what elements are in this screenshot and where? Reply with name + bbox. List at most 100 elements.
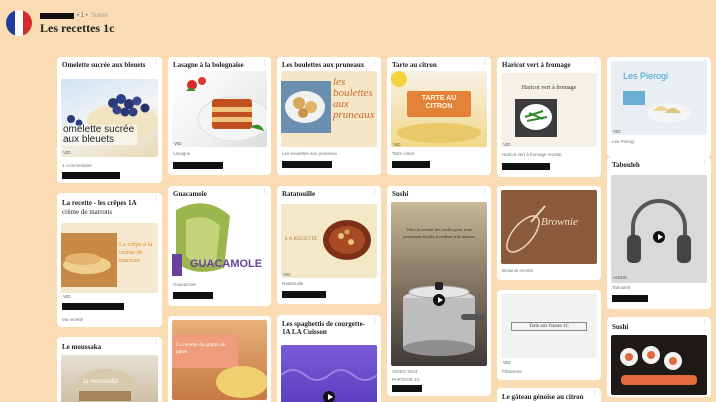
card-riz[interactable]: ⋮ Tarte aux fraises 1C VID Pâtisserie bbox=[497, 290, 601, 380]
card-tabouleh[interactable]: Tabouleh ⋮ AUDIO Tabouleh bbox=[607, 157, 711, 309]
video-play-icon[interactable] bbox=[323, 391, 335, 402]
redacted-author bbox=[62, 172, 120, 179]
more-menu-icon[interactable]: ⋮ bbox=[153, 60, 159, 66]
card-thumbnail: les boulettes aux pruneaux bbox=[281, 71, 377, 147]
card-meta: Lasagne bbox=[173, 151, 191, 156]
thumbnail-overlay-text: GUACAMOLE bbox=[190, 258, 263, 270]
thumbnail-overlay-text: omelette sucrée aux bleuets bbox=[63, 125, 137, 145]
sushi-image bbox=[620, 346, 697, 385]
card-lasagne[interactable]: Lasagne à la bolognaise ⋮ VID Lasagne bbox=[168, 57, 271, 175]
card-brownie[interactable]: ⋮ Brownie VID Brownie recette bbox=[497, 186, 601, 280]
card-title: Sushi bbox=[392, 190, 409, 198]
card-meta: 1 commentaire bbox=[62, 163, 92, 168]
redacted-author bbox=[173, 162, 223, 169]
redacted-author bbox=[392, 161, 430, 168]
card-thumbnail: la moussaka bbox=[61, 355, 158, 402]
card-thumbnail: Les Pierogi bbox=[611, 61, 707, 135]
french-flag-avatar[interactable] bbox=[6, 10, 32, 36]
card-sushi-2[interactable]: Sushi ⋮ bbox=[607, 317, 711, 397]
card-meta: Ratatouille bbox=[282, 281, 304, 286]
card-pasta[interactable]: ⋮ La recette du gratin de pâtes bbox=[168, 316, 271, 402]
video-badge: VID bbox=[63, 150, 71, 155]
card-meta: Tarte citron bbox=[392, 151, 415, 156]
thumbnail-overlay-text: TARTE AU CITRON bbox=[421, 95, 457, 110]
video-play-icon[interactable] bbox=[433, 294, 445, 306]
audio-play-icon[interactable] bbox=[653, 231, 665, 243]
card-meta: Les Pierogi bbox=[612, 139, 635, 144]
card-mousaka[interactable]: Le moussaka ⋮ la moussaka bbox=[57, 337, 162, 402]
card-thumbnail: Brownie bbox=[501, 190, 597, 264]
board-header: • 1 • Suivre Les recettes 1c bbox=[0, 0, 716, 44]
more-menu-icon[interactable]: ⋮ bbox=[372, 189, 378, 195]
card-meta: Haricot vert à fromage recette bbox=[502, 152, 562, 157]
card-thumbnail: GUACAMOLE bbox=[172, 200, 267, 278]
redacted-author bbox=[282, 161, 332, 168]
card-boulettes[interactable]: Les boulettes aux pruneaux ⋮ les boulett… bbox=[277, 57, 381, 175]
more-menu-icon[interactable]: ⋮ bbox=[592, 391, 598, 397]
card-title: Guacamole bbox=[173, 190, 207, 198]
thumbnail-overlay-text: Brownie bbox=[541, 216, 578, 228]
author-line: • 1 • Suivre bbox=[40, 13, 108, 19]
card-pierogi[interactable]: ⋮ Les Pierogi VID Les Pierogi bbox=[607, 57, 711, 157]
card-title: Sushi bbox=[612, 323, 629, 331]
card-meta: Guacamole bbox=[173, 282, 197, 287]
thumbnail-overlay-text: la moussaka bbox=[83, 377, 118, 385]
more-menu-icon[interactable]: ⋮ bbox=[702, 160, 708, 166]
card-thumbnail: omelette sucrée aux bleuets bbox=[61, 79, 158, 157]
thumbnail-overlay-text: La recette du gratin de pâtes bbox=[176, 342, 226, 355]
redacted-author-name bbox=[40, 13, 74, 19]
card-meta-secondary: PARTAGE 1C bbox=[392, 377, 420, 382]
card-subtitle: crème de marrons bbox=[62, 208, 113, 216]
video-badge: VID bbox=[283, 272, 291, 277]
card-ratatouille[interactable]: Ratatouille ⋮ LA RECETTE VID Ratatouille bbox=[277, 186, 381, 304]
more-menu-icon[interactable]: ⋮ bbox=[372, 60, 378, 66]
card-thumbnail: La recette du gratin de pâtes bbox=[172, 320, 267, 400]
video-badge: VID bbox=[503, 142, 511, 147]
pasta-image bbox=[172, 334, 267, 398]
video-badge: VID bbox=[613, 129, 621, 134]
card-title: Le moussaka bbox=[62, 343, 102, 351]
author-note[interactable]: Suivre bbox=[91, 13, 108, 19]
more-menu-icon[interactable]: ⋮ bbox=[592, 60, 598, 66]
redacted-author bbox=[282, 291, 326, 298]
card-title: Omelette sucrée aux bleuets bbox=[62, 61, 146, 69]
card-title: Le gâteau génoise au citron bbox=[502, 393, 584, 401]
more-menu-icon[interactable]: ⋮ bbox=[482, 60, 488, 66]
thumbnail-overlay-text: les boulettes aux pruneaux bbox=[333, 76, 375, 121]
thumbnail-overlay-text: LA RECETTE bbox=[285, 236, 318, 242]
card-gateau[interactable]: Le gâteau génoise au citron ⋮ bbox=[497, 388, 601, 402]
card-guacamole[interactable]: Guacamole ⋮ GUACAMOLE Guacamole bbox=[168, 186, 271, 306]
card-sushi[interactable]: Sushi ⋮ Voici la recette des sushis pour… bbox=[387, 186, 491, 396]
card-thumbnail: Voici la recette des sushis pour trois p… bbox=[391, 202, 487, 366]
card-title: Lasagne à la bolognaise bbox=[173, 61, 244, 69]
video-badge: VID bbox=[174, 141, 182, 146]
card-meta: VIDEO 2023 bbox=[392, 369, 418, 374]
card-thumbnail bbox=[172, 71, 267, 147]
more-menu-icon[interactable]: ⋮ bbox=[482, 189, 488, 195]
more-menu-icon[interactable]: ⋮ bbox=[153, 340, 159, 346]
thumbnail-overlay-text: Haricot vert à fromage bbox=[521, 85, 577, 91]
author-suffix: • 1 • bbox=[77, 13, 88, 19]
video-badge: VID bbox=[503, 360, 511, 365]
card-haricot[interactable]: Haricot vert à fromage ⋮ Haricot vert à … bbox=[497, 57, 601, 177]
headphones-audio-icon bbox=[627, 199, 691, 263]
video-badge: VID bbox=[503, 258, 511, 263]
more-menu-icon[interactable]: ⋮ bbox=[702, 320, 708, 326]
card-tarte[interactable]: Tarte au citron ⋮ TARTE AU CITRON VID Ta… bbox=[387, 57, 491, 175]
more-menu-icon[interactable]: ⋮ bbox=[372, 318, 378, 324]
card-meta: Tabouleh bbox=[612, 285, 631, 290]
more-menu-icon[interactable]: ⋮ bbox=[262, 60, 268, 66]
lasagne-image bbox=[186, 77, 267, 142]
more-menu-icon[interactable]: ⋮ bbox=[153, 196, 159, 202]
redacted-author bbox=[62, 303, 124, 310]
card-title: Tarte au citron bbox=[392, 61, 437, 69]
thumbnail-overlay-text: Tarte aux fraises 1C bbox=[511, 322, 587, 331]
card-spaghetti[interactable]: Les spaghettis de courgette-1A LA Cuisso… bbox=[277, 315, 381, 402]
card-omelette[interactable]: Omelette sucrée aux bleuets ⋮ omelette s… bbox=[57, 57, 162, 183]
redacted-author bbox=[392, 385, 422, 392]
card-meta: Pâtisserie bbox=[502, 369, 522, 374]
more-menu-icon[interactable]: ⋮ bbox=[262, 189, 268, 195]
thumbnail-overlay-text: Voici la recette des sushis pour trois p… bbox=[403, 227, 475, 239]
thumbnail-overlay-text: La crêpe à la crème de marrons bbox=[119, 241, 153, 264]
card-crepes[interactable]: La recette - les crêpes 1A crème de marr… bbox=[57, 193, 162, 327]
